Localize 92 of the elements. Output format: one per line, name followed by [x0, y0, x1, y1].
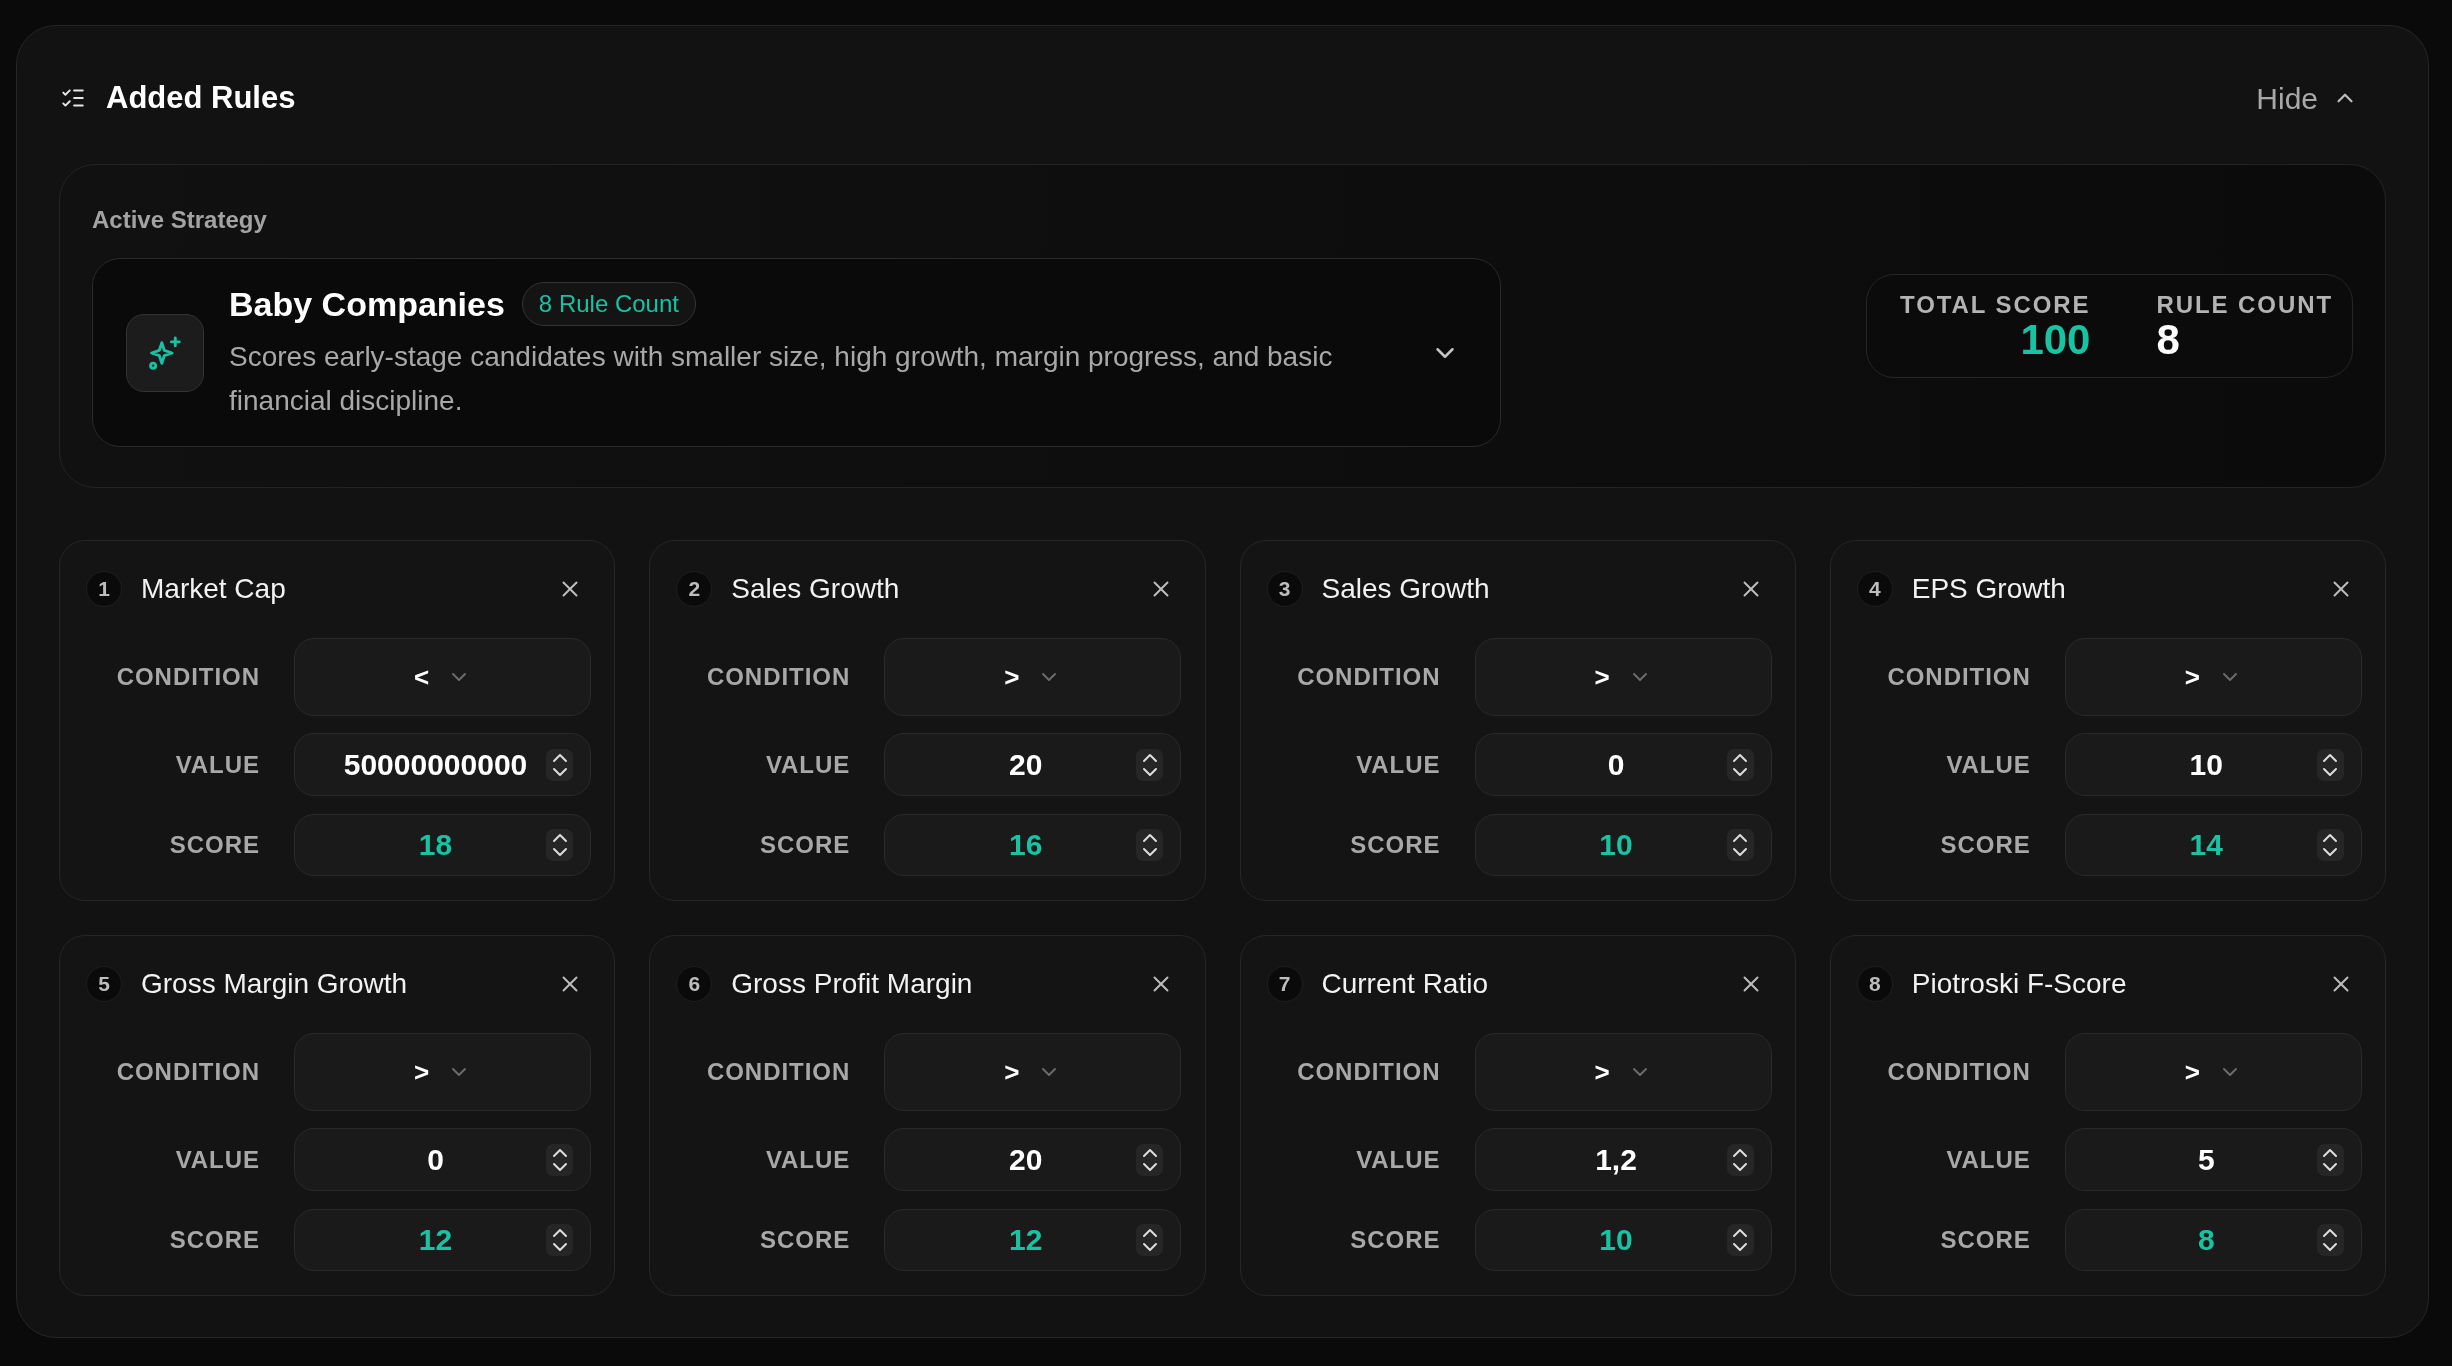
- rule-title: Sales Growth: [1321, 572, 1490, 606]
- field-label: SCORE: [169, 1225, 260, 1255]
- rule-title: Gross Margin Growth: [141, 967, 408, 1001]
- condition-select[interactable]: >: [884, 638, 1182, 716]
- score-field[interactable]: 12: [294, 1209, 591, 1271]
- value-field[interactable]: 1,2: [1474, 1128, 1772, 1191]
- rule-number: 4: [1856, 571, 1893, 607]
- stepper-icon[interactable]: [1726, 829, 1754, 861]
- field-label: CONDITION: [1887, 1057, 2031, 1087]
- field-label: VALUE: [175, 749, 260, 780]
- field-label: SCORE: [760, 1225, 851, 1255]
- condition-select[interactable]: >: [1474, 1033, 1772, 1111]
- rule-number: 1: [86, 571, 122, 607]
- score-field[interactable]: 14: [2064, 814, 2362, 876]
- value-field[interactable]: 5: [2064, 1128, 2362, 1191]
- stepper-icon[interactable]: [2316, 1143, 2344, 1176]
- rule-title: Market Cap: [141, 572, 286, 606]
- rule-count-badge: 8 Rule Count: [521, 282, 696, 326]
- rule-title: EPS Growth: [1911, 572, 2066, 606]
- score-field[interactable]: 10: [1474, 814, 1772, 876]
- rule-title: Gross Profit Margin: [731, 967, 973, 1001]
- stepper-icon[interactable]: [1726, 1143, 1754, 1176]
- score-field[interactable]: 18: [294, 814, 591, 876]
- field-label: CONDITION: [116, 1057, 260, 1087]
- field-label: CONDITION: [706, 1057, 851, 1087]
- field-label: VALUE: [1946, 749, 2031, 780]
- rule-number: 5: [86, 966, 122, 1002]
- field-label: SCORE: [1350, 830, 1441, 860]
- field-label: VALUE: [175, 1144, 260, 1175]
- value-field[interactable]: 50000000000: [294, 733, 591, 796]
- field-label: SCORE: [169, 830, 260, 860]
- summary-value: 100: [2020, 319, 2091, 361]
- stepper-icon[interactable]: [1136, 748, 1164, 781]
- score-field[interactable]: 10: [1474, 1209, 1772, 1271]
- score-field[interactable]: 8: [2064, 1209, 2362, 1271]
- strategy-name: Baby Companies: [229, 283, 505, 325]
- stepper-icon[interactable]: [1136, 1143, 1164, 1176]
- stepper-icon[interactable]: [546, 748, 573, 781]
- section-label: Active Strategy: [92, 205, 268, 235]
- stepper-icon[interactable]: [546, 1224, 573, 1256]
- stepper-icon[interactable]: [1136, 829, 1164, 861]
- field-label: CONDITION: [1297, 662, 1441, 692]
- field-label: SCORE: [1940, 1225, 2031, 1255]
- stepper-icon[interactable]: [1136, 1224, 1164, 1256]
- field-label: VALUE: [765, 749, 851, 780]
- strategy-card[interactable]: Baby Companies 8 Rule Count Scores early-stage candidates with smaller size, high growth, margin progress, and basic financial discipline.: [92, 258, 1501, 447]
- hide-button[interactable]: Hide: [2256, 75, 2358, 121]
- value-field[interactable]: 0: [294, 1128, 591, 1191]
- sparkle-icon: [126, 313, 204, 392]
- panel-title: Added Rules: [106, 78, 296, 117]
- field-label: CONDITION: [116, 662, 260, 692]
- stepper-icon[interactable]: [2316, 748, 2344, 781]
- rule-title: Current Ratio: [1321, 967, 1488, 1001]
- score-field[interactable]: 12: [884, 1209, 1182, 1271]
- condition-select[interactable]: >: [294, 1033, 591, 1111]
- field-label: VALUE: [1356, 1144, 1441, 1175]
- field-label: CONDITION: [1887, 662, 2031, 692]
- field-label: VALUE: [1946, 1144, 2031, 1175]
- summary-label: TOTAL SCORE: [1900, 291, 2091, 319]
- rule-number: 3: [1266, 571, 1303, 607]
- rule-number: 6: [676, 966, 713, 1002]
- stepper-icon[interactable]: [546, 829, 573, 861]
- rule-title: Sales Growth: [731, 572, 900, 606]
- strategy-description: Scores early-stage candidates with smaller size, high growth, margin progress, and basic financial discipline.: [229, 340, 1334, 418]
- value-field[interactable]: 10: [2064, 733, 2362, 796]
- field-label: SCORE: [1350, 1225, 1441, 1255]
- condition-select[interactable]: >: [884, 1033, 1182, 1111]
- field-label: CONDITION: [1297, 1057, 1441, 1087]
- rule-number: 2: [676, 571, 713, 607]
- summary-label: RULE COUNT: [2156, 291, 2333, 319]
- stepper-icon[interactable]: [546, 1143, 573, 1176]
- rule-number: 8: [1856, 966, 1893, 1002]
- condition-select[interactable]: >: [2064, 638, 2362, 716]
- stepper-icon[interactable]: [1726, 748, 1754, 781]
- condition-select[interactable]: >: [1474, 638, 1772, 716]
- score-field[interactable]: 16: [884, 814, 1182, 876]
- field-label: VALUE: [1356, 749, 1441, 780]
- rule-number: 7: [1266, 966, 1303, 1002]
- field-label: CONDITION: [706, 662, 851, 692]
- condition-select[interactable]: <: [294, 638, 591, 716]
- rule-title: Piotroski F-Score: [1911, 967, 2127, 1001]
- value-field[interactable]: 20: [884, 733, 1182, 796]
- field-label: SCORE: [1940, 830, 2031, 860]
- value-field[interactable]: 0: [1474, 733, 1772, 796]
- stepper-icon[interactable]: [2316, 829, 2344, 861]
- stepper-icon[interactable]: [2316, 1224, 2344, 1256]
- stepper-icon[interactable]: [1726, 1224, 1754, 1256]
- summary-value: 8: [2156, 319, 2180, 361]
- condition-select[interactable]: >: [2064, 1033, 2362, 1111]
- field-label: VALUE: [765, 1144, 851, 1175]
- value-field[interactable]: 20: [884, 1128, 1182, 1191]
- field-label: SCORE: [760, 830, 851, 860]
